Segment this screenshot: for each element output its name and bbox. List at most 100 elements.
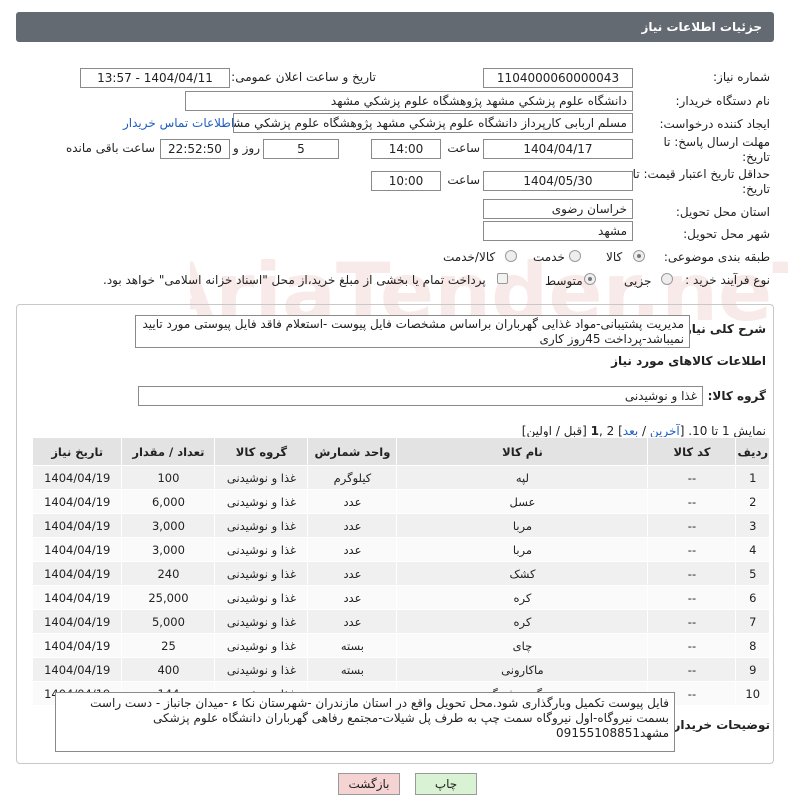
quantity-cell: 6,000	[121, 489, 216, 514]
quantity-cell: 3,000	[121, 537, 216, 562]
need-number-field[interactable]: 1104000060000043	[483, 68, 633, 88]
treasury-payment-checkbox[interactable]	[497, 273, 508, 284]
category-option-service: خدمت	[533, 250, 565, 264]
buyer-org-label: نام دستگاه خریدار:	[675, 94, 771, 108]
table-row[interactable]: 1 -- لپه کیلوگرم غذا و نوشیدنی 100 1404/04/19	[31, 465, 770, 490]
row-number-cell: 5	[735, 561, 770, 586]
need-date-cell: 1404/04/19	[31, 609, 123, 634]
row-number-cell: 4	[735, 537, 770, 562]
buyer-notes-textarea[interactable]: فایل پیوست تکمیل وبارگذاری شود.محل تحویل…	[55, 692, 675, 752]
need-date-cell: 1404/04/19	[31, 657, 123, 682]
unit-cell: عدد	[307, 609, 398, 634]
table-row[interactable]: 3 -- مربا عدد غذا و نوشیدنی 3,000 1404/04/19	[31, 513, 770, 538]
remaining-time-field[interactable]: 22:52:50	[160, 139, 230, 159]
table-row[interactable]: 6 -- کره عدد غذا و نوشیدنی 25,000 1404/04/19	[31, 585, 770, 610]
city-field[interactable]: مشهد	[483, 221, 633, 241]
remaining-label: ساعت باقی مانده	[65, 141, 155, 155]
category-radio-service[interactable]	[569, 250, 581, 262]
unit-cell: عدد	[307, 513, 398, 538]
unit-cell: عدد	[307, 489, 398, 514]
col-row: ردیف	[735, 437, 770, 466]
item-code-cell: --	[647, 585, 737, 610]
table-row[interactable]: 5 -- کشک عدد غذا و نوشیدنی 240 1404/04/19	[31, 561, 770, 586]
validity-time-label: ساعت	[447, 173, 480, 187]
item-name-cell: ماکارونی	[396, 657, 649, 682]
unit-cell: عدد	[307, 585, 398, 610]
item-group-cell: غذا و نوشیدنی	[214, 633, 309, 658]
item-group-cell: غذا و نوشیدنی	[214, 561, 309, 586]
need-date-cell: 1404/04/19	[31, 465, 123, 490]
pagination-pages: ] 2 ,	[599, 424, 623, 438]
process-option-minor: جزیی	[624, 274, 652, 288]
back-button[interactable]: بازگشت	[338, 773, 400, 795]
row-number-cell: 1	[735, 465, 770, 490]
need-date-cell: 1404/04/19	[31, 489, 123, 514]
item-name-cell: عسل	[396, 489, 649, 514]
item-name-cell: کره	[396, 585, 649, 610]
table-row[interactable]: 4 -- مربا عدد غذا و نوشیدنی 3,000 1404/04/19	[31, 537, 770, 562]
item-name-cell: مربا	[396, 513, 649, 538]
validity-time-field[interactable]: 10:00	[371, 171, 441, 191]
table-row[interactable]: 2 -- عسل عدد غذا و نوشیدنی 6,000 1404/04/19	[31, 489, 770, 514]
col-code: کد کالا	[647, 437, 737, 466]
item-code-cell: --	[647, 489, 737, 514]
item-code-cell: --	[647, 633, 737, 658]
quantity-cell: 25	[121, 633, 216, 658]
category-option-goods-service: کالا/خدمت	[443, 250, 496, 264]
goods-table: ردیف کد کالا نام کالا واحد شمارش گروه کا…	[31, 437, 770, 706]
deadline-date-field[interactable]: 1404/04/17	[483, 139, 633, 159]
description-label: شرح کلی نیاز:	[680, 322, 766, 336]
pagination-current: 1	[590, 424, 599, 438]
item-name-cell: کشک	[396, 561, 649, 586]
description-textarea[interactable]: مدیریت پشتیبانی-مواد غذایی گهرباران براس…	[135, 315, 690, 348]
item-name-cell: مربا	[396, 537, 649, 562]
buyer-contact-link[interactable]: اطلاعات تماس خریدار	[123, 116, 234, 130]
goods-group-field[interactable]: غذا و نوشیدنی	[138, 386, 703, 406]
validity-date-field[interactable]: 1404/05/30	[483, 171, 633, 191]
announce-date-label: تاریخ و ساعت اعلان عمومی:	[231, 70, 376, 84]
category-label: طبقه بندی موضوعی:	[663, 250, 770, 264]
buyer-org-field[interactable]: دانشگاه علوم پزشکي مشهد پژوهشگاه علوم پز…	[185, 91, 633, 111]
item-name-cell: کره	[396, 609, 649, 634]
days-remaining-field[interactable]: 5	[263, 139, 339, 159]
buyer-notes-label: توضیحات خریدار:	[668, 718, 770, 732]
quantity-cell: 25,000	[121, 585, 216, 610]
need-details-page: جزئیات اطلاعات نیاز AriaTender.neT شماره…	[0, 0, 788, 810]
row-number-cell: 8	[735, 633, 770, 658]
province-label: استان محل تحویل:	[675, 205, 770, 219]
province-field[interactable]: خراسان رضوی	[483, 199, 633, 219]
print-button[interactable]: چاپ	[415, 773, 477, 795]
category-radio-goods-service[interactable]	[505, 250, 517, 262]
days-label: روز و	[233, 141, 260, 155]
row-number-cell: 2	[735, 489, 770, 514]
unit-cell: بسته	[307, 657, 398, 682]
table-row[interactable]: 9 -- ماکارونی بسته غذا و نوشیدنی 400 1404/04/1…	[31, 657, 770, 682]
process-radio-minor[interactable]	[661, 273, 673, 285]
creator-field[interactable]: مسلم اربابی کارپرداز دانشگاه علوم پزشکي …	[233, 113, 633, 133]
deadline-time-field[interactable]: 14:00	[371, 139, 441, 159]
item-code-cell: --	[647, 537, 737, 562]
category-option-goods: کالا	[606, 250, 623, 264]
pagination-last-link[interactable]: آخرین	[650, 424, 680, 438]
item-group-cell: غذا و نوشیدنی	[214, 465, 309, 490]
item-group-cell: غذا و نوشیدنی	[214, 537, 309, 562]
item-group-cell: غذا و نوشیدنی	[214, 585, 309, 610]
table-row[interactable]: 8 -- چای بسته غذا و نوشیدنی 25 1404/04/19	[31, 633, 770, 658]
process-label: نوع فرآیند خرید :	[685, 273, 770, 287]
announce-date-field[interactable]: 1404/04/11 - 13:57	[80, 68, 230, 88]
need-date-cell: 1404/04/19	[31, 537, 123, 562]
item-group-cell: غذا و نوشیدنی	[214, 657, 309, 682]
unit-cell: عدد	[307, 537, 398, 562]
col-date: تاریخ نیاز	[31, 437, 123, 466]
quantity-cell: 3,000	[121, 513, 216, 538]
table-row[interactable]: 7 -- کره عدد غذا و نوشیدنی 5,000 1404/04/19	[31, 609, 770, 634]
pagination-next-link[interactable]: بعد	[623, 424, 638, 438]
need-date-cell: 1404/04/19	[31, 633, 123, 658]
col-name: نام کالا	[396, 437, 649, 466]
pagination: نمایش 1 تا 10. [آخرین / بعد] 2 ,1 [قبل /…	[522, 424, 766, 438]
col-quantity: تعداد / مقدار	[121, 437, 216, 466]
pagination-sep: /	[638, 424, 650, 438]
process-radio-medium[interactable]	[584, 273, 596, 285]
treasury-payment-note: پرداخت تمام یا بخشی از مبلغ خرید،از محل …	[103, 273, 486, 287]
category-radio-goods[interactable]	[633, 250, 645, 262]
